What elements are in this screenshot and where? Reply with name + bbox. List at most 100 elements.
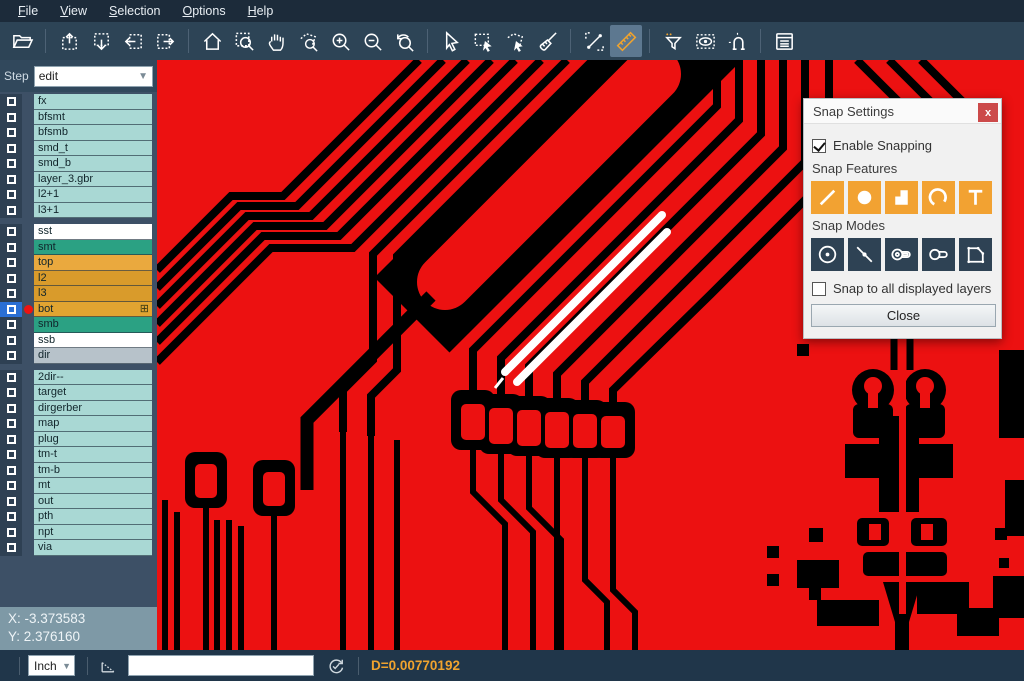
layer-row-out[interactable]: out [0, 494, 157, 510]
layer-name[interactable]: smd_b [34, 156, 152, 172]
layer-visibility-checkbox[interactable] [0, 172, 22, 188]
layer-row-smd_b[interactable]: smd_b [0, 156, 157, 172]
snap-pad-entry-button[interactable] [885, 238, 918, 271]
layer-visibility-checkbox[interactable] [0, 385, 22, 401]
layer-visibility-checkbox[interactable] [0, 156, 22, 172]
enable-snapping-checkbox[interactable] [812, 139, 826, 153]
layer-name[interactable]: npt [34, 525, 152, 541]
all-layers-checkbox[interactable] [812, 282, 826, 296]
sync-check-icon[interactable] [326, 656, 346, 676]
layer-name[interactable]: top [34, 255, 152, 271]
layer-visibility-checkbox[interactable] [0, 401, 22, 417]
select-polygon-button[interactable] [499, 25, 531, 57]
import-top-button[interactable] [53, 25, 85, 57]
layer-visibility-checkbox[interactable] [0, 333, 22, 349]
layer-row-dirgerber[interactable]: dirgerber [0, 401, 157, 417]
measure-ruler-button[interactable] [610, 25, 642, 57]
layer-row-target[interactable]: target [0, 385, 157, 401]
layer-row-l3+1[interactable]: l3+1 [0, 203, 157, 219]
layer-name[interactable]: layer_3.gbr [34, 172, 152, 188]
layer-name[interactable]: sst [34, 224, 152, 240]
layer-name[interactable]: l3 [34, 286, 152, 302]
layer-row-pth[interactable]: pth [0, 509, 157, 525]
snap-closest-button[interactable] [848, 238, 881, 271]
layer-name[interactable]: via [34, 540, 152, 556]
layer-name[interactable]: bfsmb [34, 125, 152, 141]
layer-name[interactable]: tm-b [34, 463, 152, 479]
layer-row-plug[interactable]: plug [0, 432, 157, 448]
layer-row-fx[interactable]: fx [0, 94, 157, 110]
layer-row-top[interactable]: top [0, 255, 157, 271]
snap-vertex-button[interactable] [959, 238, 992, 271]
layer-visibility-checkbox[interactable] [0, 187, 22, 203]
layer-name[interactable]: target [34, 385, 152, 401]
layer-row-l2+1[interactable]: l2+1 [0, 187, 157, 203]
zoom-previous-button[interactable] [388, 25, 420, 57]
import-bottom-button[interactable] [85, 25, 117, 57]
layer-visibility-checkbox[interactable] [0, 416, 22, 432]
layer-visibility-checkbox[interactable] [0, 240, 22, 256]
snap-line-button[interactable] [811, 181, 844, 214]
view-options-button[interactable] [689, 25, 721, 57]
select-button[interactable] [435, 25, 467, 57]
layer-visibility-checkbox[interactable] [0, 348, 22, 364]
layer-name[interactable]: map [34, 416, 152, 432]
zoom-polygon-button[interactable] [292, 25, 324, 57]
measure-line-button[interactable] [578, 25, 610, 57]
layer-visibility-checkbox[interactable] [0, 125, 22, 141]
import-left-button[interactable] [117, 25, 149, 57]
home-view-button[interactable] [196, 25, 228, 57]
layer-row-sst[interactable]: sst [0, 224, 157, 240]
snap-text-button[interactable] [959, 181, 992, 214]
dialog-title-bar[interactable]: Snap Settings x [804, 99, 1001, 124]
layer-visibility-checkbox[interactable] [0, 224, 22, 240]
layer-visibility-checkbox[interactable] [0, 271, 22, 287]
step-dropdown[interactable]: edit ▼ [34, 66, 153, 87]
layer-visibility-checkbox[interactable] [0, 432, 22, 448]
layer-row-l3[interactable]: l3 [0, 286, 157, 302]
layer-name[interactable]: dir [34, 348, 152, 364]
layer-visibility-checkbox[interactable] [0, 110, 22, 126]
layer-row-map[interactable]: map [0, 416, 157, 432]
layer-row-2dir--[interactable]: 2dir-- [0, 370, 157, 386]
layer-name[interactable]: dirgerber [34, 401, 152, 417]
layer-visibility-checkbox[interactable] [0, 478, 22, 494]
layer-row-smd_t[interactable]: smd_t [0, 141, 157, 157]
layer-name[interactable]: tm-t [34, 447, 152, 463]
layer-visibility-checkbox[interactable] [0, 370, 22, 386]
filter-button[interactable] [657, 25, 689, 57]
import-right-button[interactable] [149, 25, 181, 57]
layer-visibility-checkbox[interactable] [0, 494, 22, 510]
layer-name[interactable]: ssb [34, 333, 152, 349]
layer-row-bot[interactable]: bot⊞ [0, 302, 157, 318]
layer-visibility-checkbox[interactable] [0, 302, 22, 318]
layer-row-npt[interactable]: npt [0, 525, 157, 541]
snap-pad-button[interactable] [848, 181, 881, 214]
layer-visibility-checkbox[interactable] [0, 286, 22, 302]
snap-settings-button[interactable] [721, 25, 753, 57]
menu-file[interactable]: File [8, 2, 48, 20]
layer-row-tm-t[interactable]: tm-t [0, 447, 157, 463]
snap-arc-button[interactable] [922, 181, 955, 214]
layer-visibility-checkbox[interactable] [0, 447, 22, 463]
menu-help[interactable]: Help [238, 2, 284, 20]
open-file-button[interactable] [6, 25, 38, 57]
menu-view[interactable]: View [50, 2, 97, 20]
snap-pad-exit-button[interactable] [922, 238, 955, 271]
layer-row-l2[interactable]: l2 [0, 271, 157, 287]
layer-name[interactable]: smd_t [34, 141, 152, 157]
layer-visibility-checkbox[interactable] [0, 255, 22, 271]
clear-brush-button[interactable] [531, 25, 563, 57]
layer-row-ssb[interactable]: ssb [0, 333, 157, 349]
report-panel-button[interactable] [768, 25, 800, 57]
layer-name[interactable]: bot⊞ [34, 302, 152, 318]
layer-row-bfsmb[interactable]: bfsmb [0, 125, 157, 141]
select-rectangle-button[interactable] [467, 25, 499, 57]
layer-name[interactable]: l2 [34, 271, 152, 287]
layer-row-tm-b[interactable]: tm-b [0, 463, 157, 479]
layer-name[interactable]: mt [34, 478, 152, 494]
layer-visibility-checkbox[interactable] [0, 317, 22, 333]
snap-surface-button[interactable] [885, 181, 918, 214]
layer-name[interactable]: l2+1 [34, 187, 152, 203]
layer-visibility-checkbox[interactable] [0, 141, 22, 157]
